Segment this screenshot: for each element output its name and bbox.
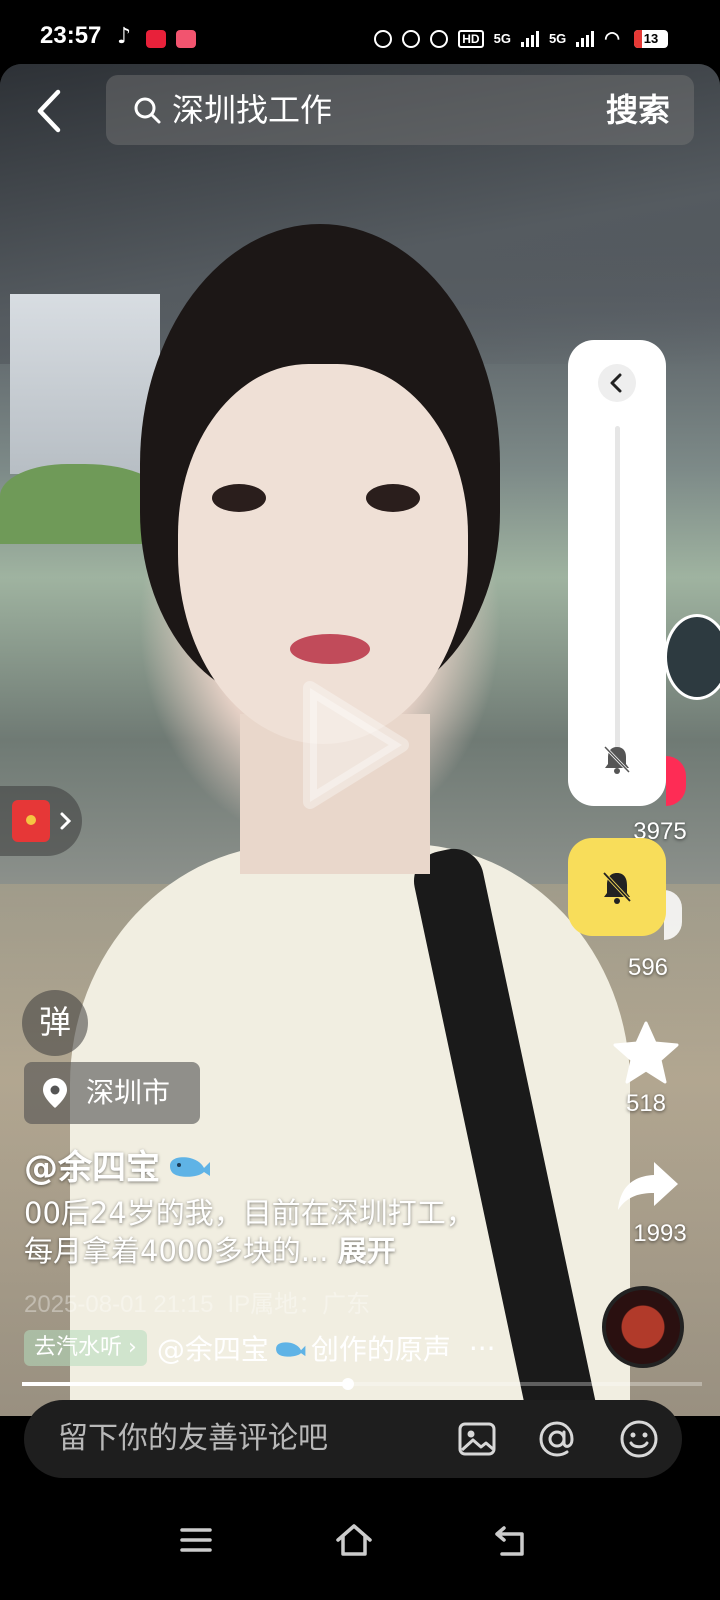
comment-bar[interactable]: 留下你的友善评论吧	[24, 1400, 682, 1478]
network-5g-label: 5G	[493, 31, 511, 46]
search-button[interactable]: 搜索	[606, 89, 670, 131]
music-row[interactable]: 去汽水听 › @余四宝 创作的原声 ···	[24, 1328, 496, 1368]
video-progress-bar[interactable]	[22, 1378, 702, 1390]
chevron-right-icon	[60, 812, 72, 830]
listen-in-soda-tag[interactable]: 去汽水听 ›	[24, 1330, 147, 1366]
red-packet-button[interactable]	[0, 786, 82, 856]
at-sign-icon[interactable]	[536, 1418, 578, 1460]
whale-badge-icon	[170, 1156, 210, 1177]
status-icons: HD 5G 5G ◠	[374, 28, 620, 49]
progress-fill	[22, 1382, 349, 1386]
music-disc-avatar[interactable]	[602, 1286, 684, 1368]
status-time: 23:57	[40, 22, 102, 49]
back-arrow-icon	[37, 89, 61, 133]
bell-off-icon	[603, 745, 631, 774]
comment-count: 596	[627, 954, 669, 981]
whale-badge-icon	[275, 1342, 306, 1357]
search-query[interactable]: 深圳找工作	[172, 89, 332, 131]
post-ip: IP属地：广东	[227, 1291, 371, 1318]
favorite-star-icon[interactable]	[612, 1020, 680, 1086]
battery-icon: 13	[634, 30, 668, 48]
play-icon[interactable]	[300, 680, 410, 810]
location-pin-icon	[43, 1078, 67, 1108]
search-icon	[134, 97, 161, 124]
headphones-icon	[374, 29, 393, 48]
app-notification-icon	[146, 30, 166, 48]
volume-slider[interactable]	[615, 426, 620, 756]
back-button[interactable]	[30, 86, 70, 136]
search-box[interactable]: 深圳找工作 搜索	[106, 75, 694, 145]
home-icon[interactable]	[334, 1520, 374, 1560]
music-title[interactable]: @余四宝 创作的原声 ···	[157, 1328, 496, 1368]
signal-icon-2	[576, 30, 595, 47]
comment-input[interactable]: 留下你的友善评论吧	[58, 1418, 328, 1460]
image-icon[interactable]	[456, 1418, 498, 1460]
bell-off-icon	[602, 871, 632, 904]
alarm-icon	[402, 29, 421, 48]
music-more: ···	[468, 1331, 496, 1365]
app-notification-icon-2	[176, 30, 196, 48]
expand-button[interactable]: 展开	[338, 1234, 396, 1268]
post-date: 2025-08-01 21:15	[24, 1291, 214, 1318]
tiktok-notification-icon: ♪	[117, 24, 132, 49]
wifi-icon: ◠	[604, 28, 620, 48]
signal-icon	[520, 30, 539, 47]
share-count: 1993	[633, 1220, 687, 1247]
red-envelope-icon	[12, 800, 50, 842]
menu-icon[interactable]	[176, 1520, 216, 1560]
chevron-left-icon	[610, 373, 622, 393]
danmaku-button[interactable]: 弹	[22, 990, 88, 1056]
volume-collapse-button[interactable]	[598, 364, 636, 402]
system-nav-bar	[0, 1490, 720, 1600]
post-caption[interactable]: 00后24岁的我，目前在深圳打工， 每月拿着4000多块的... 展开	[24, 1194, 544, 1270]
status-bar: 23:57 ♪ HD 5G 5G ◠ 13	[0, 0, 720, 72]
favorite-count: 518	[625, 1090, 667, 1117]
mute-toggle-button[interactable]	[568, 838, 666, 936]
emoji-icon[interactable]	[618, 1418, 660, 1460]
chevron-right-icon: ›	[128, 1335, 137, 1360]
location-tag[interactable]: 深圳市	[24, 1062, 200, 1124]
share-arrow-icon[interactable]	[614, 1158, 682, 1212]
network-5g-label-2: 5G	[548, 31, 567, 46]
post-meta: 2025-08-01 21:15 IP属地：广东	[24, 1284, 384, 1319]
hd-icon: HD	[458, 29, 484, 48]
volume-panel[interactable]	[568, 340, 666, 806]
author-name[interactable]: @余四宝	[24, 1140, 212, 1189]
location-name: 深圳市	[86, 1076, 171, 1109]
back-nav-icon[interactable]	[492, 1520, 532, 1560]
bell-off-status-icon	[430, 29, 449, 48]
